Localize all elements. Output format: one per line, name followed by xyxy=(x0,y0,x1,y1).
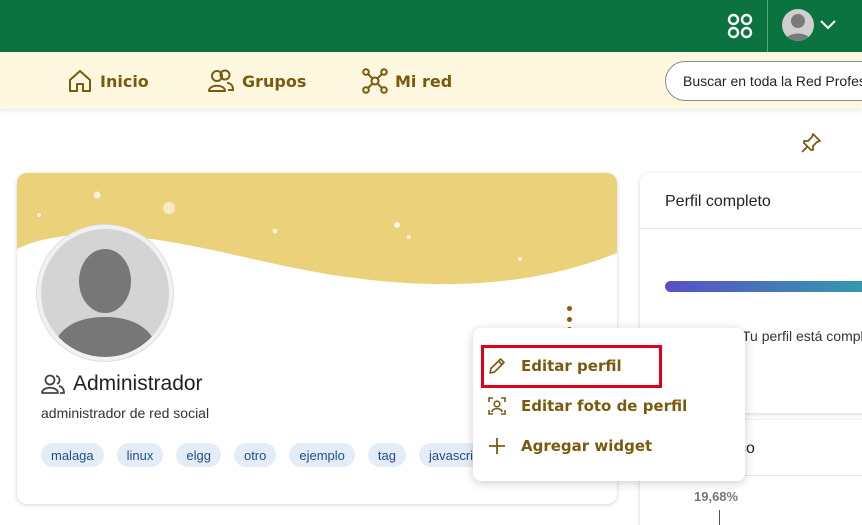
portrait-icon xyxy=(488,397,506,415)
chart-axis-line xyxy=(719,510,720,525)
nav-grupos[interactable]: Grupos xyxy=(207,66,306,96)
plus-icon xyxy=(489,438,505,454)
menu-add-widget-label: Agregar widget xyxy=(521,437,653,455)
completeness-progress-bar xyxy=(665,281,862,292)
tag-ejemplo[interactable]: ejemplo xyxy=(289,443,355,467)
menu-edit-photo-label: Editar foto de perfil xyxy=(521,397,688,415)
edit-profile-highlight xyxy=(481,345,662,388)
tag-elgg[interactable]: elgg xyxy=(176,443,221,467)
menu-add-widget[interactable]: Agregar widget xyxy=(487,431,652,461)
groups-icon xyxy=(208,69,235,92)
nav-inicio-label: Inicio xyxy=(100,71,149,91)
profile-avatar[interactable] xyxy=(37,225,173,361)
network-icon xyxy=(362,68,388,94)
nav-inicio[interactable]: Inicio xyxy=(67,66,149,96)
user-menu-button[interactable] xyxy=(782,6,844,44)
secondary-widget-value: 19,68% xyxy=(694,489,739,504)
nav-mi-red-label: Mi red xyxy=(395,71,453,91)
nav-grupos-label: Grupos xyxy=(242,71,307,91)
top-bar xyxy=(0,0,862,52)
pin-icon xyxy=(801,133,821,153)
apps-button[interactable] xyxy=(722,8,758,44)
kebab-icon xyxy=(566,306,572,311)
apps-icon xyxy=(727,13,753,39)
menu-edit-photo[interactable]: Editar foto de perfil xyxy=(487,391,687,421)
tag-malaga[interactable]: malaga xyxy=(41,443,104,467)
search-input[interactable]: Buscar en toda la Red Profesional xyxy=(665,61,862,101)
user-icon xyxy=(41,374,65,394)
nav-mi-red[interactable]: Mi red xyxy=(362,66,452,96)
divider xyxy=(640,228,862,229)
main-nav: Inicio Grupos Mi red Buscar en toda la R… xyxy=(0,52,862,109)
profile-tags: malaga linux elgg otro ejemplo tag javas… xyxy=(41,443,494,467)
pin-button[interactable] xyxy=(799,131,823,155)
tag-tag[interactable]: tag xyxy=(367,443,406,467)
tag-otro[interactable]: otro xyxy=(233,443,277,467)
profile-name: Administrador xyxy=(73,372,203,395)
completeness-status: Tu perfil está completo xyxy=(742,328,862,344)
profile-name-row: Administrador xyxy=(41,372,203,396)
user-avatar-icon xyxy=(782,9,814,41)
profile-bio: administrador de red social xyxy=(41,405,210,421)
tag-linux[interactable]: linux xyxy=(116,443,164,467)
topbar-divider xyxy=(767,0,768,52)
chevron-down-icon xyxy=(820,20,836,30)
side-card-title: Perfil completo xyxy=(665,193,771,210)
home-icon xyxy=(69,70,91,92)
